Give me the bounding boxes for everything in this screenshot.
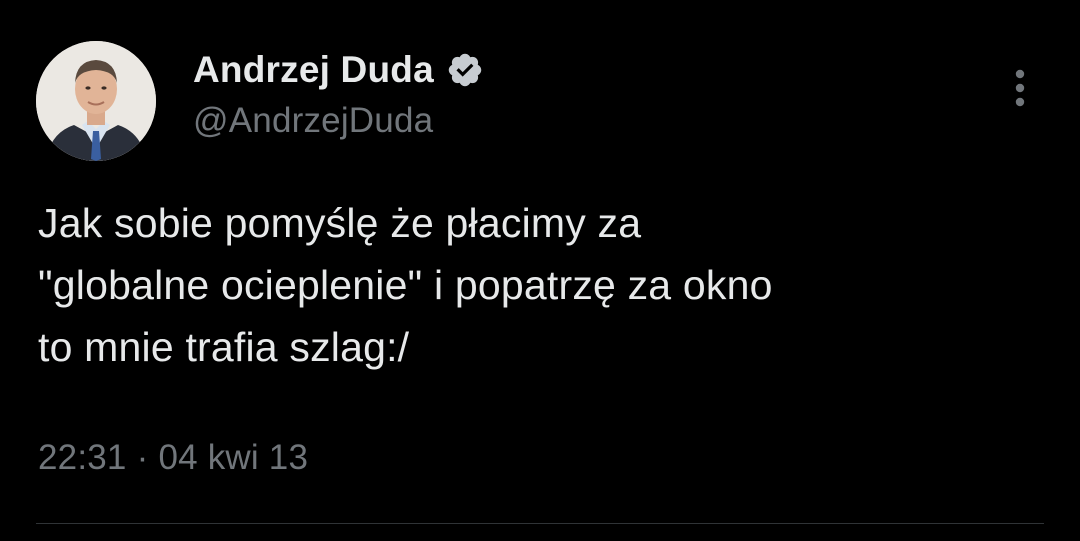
- meta-separator: ·: [136, 438, 149, 477]
- tweet-meta: 22:31 · 04 kwi 13: [38, 438, 308, 478]
- tweet-card[interactable]: Andrzej Duda @AndrzejDuda Jak sobie pomy…: [0, 0, 1080, 541]
- avatar[interactable]: [36, 41, 156, 161]
- tweet-text: Jak sobie pomyślę że płacimy za "globaln…: [38, 200, 773, 370]
- author-handle[interactable]: @AndrzejDuda: [193, 101, 433, 141]
- divider: [36, 523, 1044, 524]
- tweet-time[interactable]: 22:31: [38, 438, 127, 478]
- avatar-portrait-icon: [36, 41, 156, 161]
- tweet-date[interactable]: 04 kwi 13: [158, 438, 308, 478]
- more-vertical-icon[interactable]: [1004, 64, 1036, 112]
- author-display-name[interactable]: Andrzej Duda: [193, 49, 434, 91]
- verified-badge-icon[interactable]: [446, 51, 484, 89]
- author-name-row: Andrzej Duda: [193, 46, 484, 94]
